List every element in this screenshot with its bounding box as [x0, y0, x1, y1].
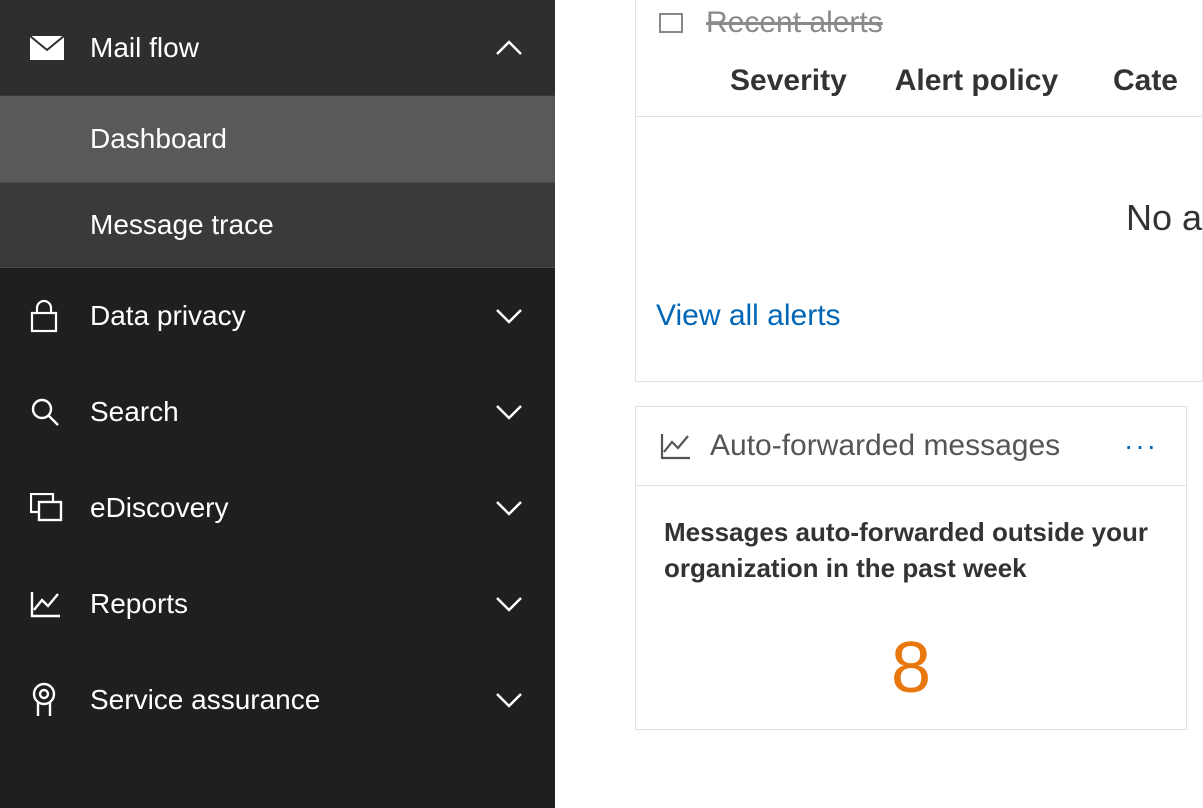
- nav-sub-label: Dashboard: [90, 123, 227, 155]
- nav-item-reports[interactable]: Reports: [0, 556, 555, 652]
- nav-label-data-privacy: Data privacy: [90, 300, 493, 332]
- nav-label-mail-flow: Mail flow: [90, 32, 493, 64]
- mail-icon: [30, 36, 90, 60]
- ediscovery-icon: [30, 493, 90, 523]
- nav-sub-label: Message trace: [90, 209, 274, 241]
- recent-alerts-title: Recent alerts: [706, 6, 883, 40]
- card-description: Messages auto-forwarded outside your org…: [664, 514, 1158, 587]
- nav-label-reports: Reports: [90, 588, 493, 620]
- chart-icon: [660, 432, 710, 460]
- chevron-up-icon: [493, 32, 525, 64]
- nav-label-search: Search: [90, 396, 493, 428]
- main-content: Recent alerts Severity Alert policy Cate…: [555, 0, 1203, 808]
- card-body: Messages auto-forwarded outside your org…: [636, 486, 1186, 729]
- card-title: Auto-forwarded messages: [710, 429, 1120, 463]
- lock-icon: [30, 299, 90, 333]
- nav-sub-dashboard[interactable]: Dashboard: [0, 96, 555, 182]
- ribbon-icon: [30, 682, 90, 718]
- nav-item-data-privacy[interactable]: Data privacy: [0, 268, 555, 364]
- chart-icon: [30, 590, 90, 618]
- col-severity[interactable]: Severity: [730, 64, 847, 98]
- view-all-alerts-link[interactable]: View all alerts: [656, 299, 1202, 333]
- chevron-down-icon: [493, 396, 525, 428]
- nav-item-service-assurance[interactable]: Service assurance: [0, 652, 555, 748]
- recent-alerts-title-row: Recent alerts: [636, 0, 1202, 40]
- chevron-down-icon: [493, 684, 525, 716]
- nav-item-search[interactable]: Search: [0, 364, 555, 460]
- chevron-down-icon: [493, 300, 525, 332]
- chevron-down-icon: [493, 492, 525, 524]
- nav-sub-message-trace[interactable]: Message trace: [0, 182, 555, 268]
- more-options-button[interactable]: ···: [1120, 430, 1162, 462]
- nav-label-ediscovery: eDiscovery: [90, 492, 493, 524]
- nav-item-ediscovery[interactable]: eDiscovery: [0, 460, 555, 556]
- alerts-empty-text: No a: [636, 117, 1202, 239]
- chevron-down-icon: [493, 588, 525, 620]
- alerts-table-header: Severity Alert policy Cate: [636, 40, 1202, 117]
- auto-forwarded-card: Auto-forwarded messages ··· Messages aut…: [635, 406, 1187, 730]
- recent-alerts-panel: Recent alerts Severity Alert policy Cate…: [635, 0, 1203, 382]
- nav-item-mail-flow[interactable]: Mail flow: [0, 0, 555, 96]
- bell-icon: [656, 8, 706, 38]
- col-alert-policy[interactable]: Alert policy: [895, 64, 1058, 98]
- nav-label-service-assurance: Service assurance: [90, 684, 493, 716]
- col-category[interactable]: Cate: [1113, 64, 1178, 98]
- card-header: Auto-forwarded messages ···: [636, 407, 1186, 486]
- search-icon: [30, 397, 90, 427]
- sidebar: Mail flow Dashboard Message trace Data p…: [0, 0, 555, 808]
- auto-forwarded-count: 8: [664, 627, 1158, 709]
